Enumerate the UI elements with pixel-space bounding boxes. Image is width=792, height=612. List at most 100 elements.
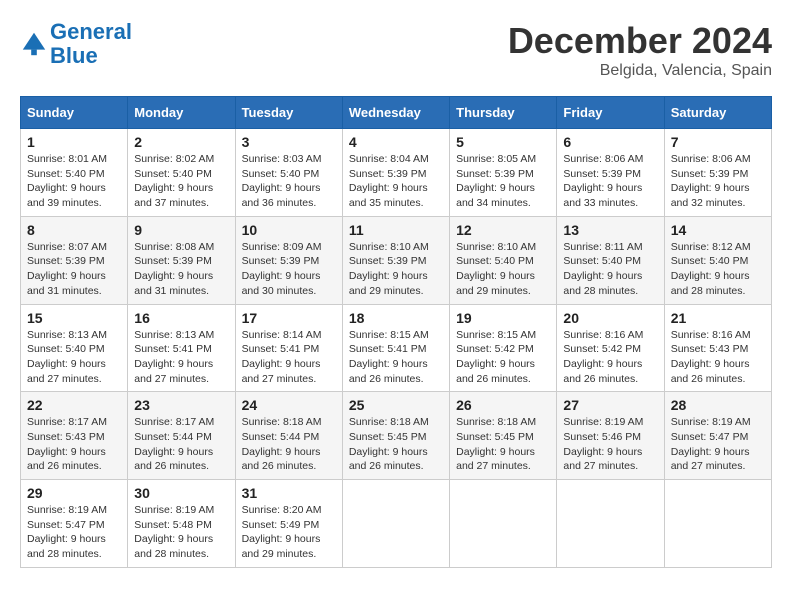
day-number: 28 [671, 397, 765, 413]
day-info: Sunrise: 8:10 AM Sunset: 5:40 PM Dayligh… [456, 240, 550, 299]
sunrise-label: Sunrise: 8:03 AM [242, 153, 322, 165]
sunrise-label: Sunrise: 8:10 AM [349, 241, 429, 253]
logo-icon [20, 30, 48, 58]
calendar-table: SundayMondayTuesdayWednesdayThursdayFrid… [20, 96, 772, 568]
daylight-label: Daylight: 9 hours and 32 minutes. [671, 182, 750, 209]
sunrise-label: Sunrise: 8:18 AM [456, 416, 536, 428]
sunrise-label: Sunrise: 8:12 AM [671, 241, 751, 253]
calendar-cell: 8 Sunrise: 8:07 AM Sunset: 5:39 PM Dayli… [21, 216, 128, 304]
day-number: 10 [242, 222, 336, 238]
sunset-label: Sunset: 5:45 PM [349, 431, 427, 443]
weekday-header-row: SundayMondayTuesdayWednesdayThursdayFrid… [21, 97, 772, 129]
day-info: Sunrise: 8:13 AM Sunset: 5:40 PM Dayligh… [27, 328, 121, 387]
sunset-label: Sunset: 5:39 PM [671, 168, 749, 180]
sunrise-label: Sunrise: 8:05 AM [456, 153, 536, 165]
sunrise-label: Sunrise: 8:18 AM [242, 416, 322, 428]
day-number: 9 [134, 222, 228, 238]
sunrise-label: Sunrise: 8:15 AM [349, 329, 429, 341]
day-number: 4 [349, 134, 443, 150]
month-title: December 2024 [508, 20, 772, 62]
calendar-cell: 4 Sunrise: 8:04 AM Sunset: 5:39 PM Dayli… [342, 129, 449, 217]
day-number: 8 [27, 222, 121, 238]
sunset-label: Sunset: 5:39 PM [456, 168, 534, 180]
daylight-label: Daylight: 9 hours and 28 minutes. [563, 270, 642, 297]
logo-text: General Blue [50, 20, 132, 68]
day-info: Sunrise: 8:10 AM Sunset: 5:39 PM Dayligh… [349, 240, 443, 299]
day-info: Sunrise: 8:18 AM Sunset: 5:45 PM Dayligh… [456, 415, 550, 474]
daylight-label: Daylight: 9 hours and 39 minutes. [27, 182, 106, 209]
daylight-label: Daylight: 9 hours and 31 minutes. [134, 270, 213, 297]
daylight-label: Daylight: 9 hours and 29 minutes. [456, 270, 535, 297]
daylight-label: Daylight: 9 hours and 26 minutes. [671, 358, 750, 385]
sunset-label: Sunset: 5:43 PM [27, 431, 105, 443]
day-number: 7 [671, 134, 765, 150]
daylight-label: Daylight: 9 hours and 34 minutes. [456, 182, 535, 209]
sunrise-label: Sunrise: 8:06 AM [563, 153, 643, 165]
weekday-header-saturday: Saturday [664, 97, 771, 129]
calendar-cell: 5 Sunrise: 8:05 AM Sunset: 5:39 PM Dayli… [450, 129, 557, 217]
day-info: Sunrise: 8:15 AM Sunset: 5:42 PM Dayligh… [456, 328, 550, 387]
sunset-label: Sunset: 5:44 PM [242, 431, 320, 443]
day-number: 20 [563, 310, 657, 326]
daylight-label: Daylight: 9 hours and 35 minutes. [349, 182, 428, 209]
sunset-label: Sunset: 5:39 PM [242, 255, 320, 267]
day-info: Sunrise: 8:05 AM Sunset: 5:39 PM Dayligh… [456, 152, 550, 211]
sunrise-label: Sunrise: 8:02 AM [134, 153, 214, 165]
day-info: Sunrise: 8:11 AM Sunset: 5:40 PM Dayligh… [563, 240, 657, 299]
sunrise-label: Sunrise: 8:09 AM [242, 241, 322, 253]
day-number: 5 [456, 134, 550, 150]
calendar-cell: 28 Sunrise: 8:19 AM Sunset: 5:47 PM Dayl… [664, 392, 771, 480]
daylight-label: Daylight: 9 hours and 33 minutes. [563, 182, 642, 209]
sunset-label: Sunset: 5:43 PM [671, 343, 749, 355]
sunset-label: Sunset: 5:40 PM [27, 168, 105, 180]
day-number: 13 [563, 222, 657, 238]
day-number: 24 [242, 397, 336, 413]
sunset-label: Sunset: 5:49 PM [242, 519, 320, 531]
sunrise-label: Sunrise: 8:13 AM [27, 329, 107, 341]
calendar-cell: 31 Sunrise: 8:20 AM Sunset: 5:49 PM Dayl… [235, 480, 342, 568]
weekday-header-monday: Monday [128, 97, 235, 129]
sunset-label: Sunset: 5:39 PM [134, 255, 212, 267]
daylight-label: Daylight: 9 hours and 27 minutes. [27, 358, 106, 385]
calendar-cell: 20 Sunrise: 8:16 AM Sunset: 5:42 PM Dayl… [557, 304, 664, 392]
daylight-label: Daylight: 9 hours and 27 minutes. [242, 358, 321, 385]
daylight-label: Daylight: 9 hours and 26 minutes. [563, 358, 642, 385]
sunrise-label: Sunrise: 8:14 AM [242, 329, 322, 341]
day-info: Sunrise: 8:06 AM Sunset: 5:39 PM Dayligh… [671, 152, 765, 211]
sunset-label: Sunset: 5:39 PM [349, 255, 427, 267]
day-number: 2 [134, 134, 228, 150]
day-info: Sunrise: 8:16 AM Sunset: 5:42 PM Dayligh… [563, 328, 657, 387]
sunset-label: Sunset: 5:42 PM [563, 343, 641, 355]
day-info: Sunrise: 8:08 AM Sunset: 5:39 PM Dayligh… [134, 240, 228, 299]
sunrise-label: Sunrise: 8:16 AM [671, 329, 751, 341]
title-area: December 2024 Belgida, Valencia, Spain [508, 20, 772, 80]
calendar-cell [450, 480, 557, 568]
location-title: Belgida, Valencia, Spain [508, 62, 772, 80]
weekday-header-sunday: Sunday [21, 97, 128, 129]
weekday-header-thursday: Thursday [450, 97, 557, 129]
calendar-cell: 22 Sunrise: 8:17 AM Sunset: 5:43 PM Dayl… [21, 392, 128, 480]
daylight-label: Daylight: 9 hours and 29 minutes. [242, 533, 321, 560]
sunrise-label: Sunrise: 8:01 AM [27, 153, 107, 165]
day-info: Sunrise: 8:02 AM Sunset: 5:40 PM Dayligh… [134, 152, 228, 211]
day-number: 26 [456, 397, 550, 413]
weekday-header-friday: Friday [557, 97, 664, 129]
day-number: 30 [134, 485, 228, 501]
sunset-label: Sunset: 5:40 PM [456, 255, 534, 267]
calendar-cell [664, 480, 771, 568]
daylight-label: Daylight: 9 hours and 28 minutes. [27, 533, 106, 560]
calendar-cell: 10 Sunrise: 8:09 AM Sunset: 5:39 PM Dayl… [235, 216, 342, 304]
calendar-cell: 14 Sunrise: 8:12 AM Sunset: 5:40 PM Dayl… [664, 216, 771, 304]
daylight-label: Daylight: 9 hours and 26 minutes. [27, 446, 106, 473]
calendar-week-3: 15 Sunrise: 8:13 AM Sunset: 5:40 PM Dayl… [21, 304, 772, 392]
daylight-label: Daylight: 9 hours and 27 minutes. [563, 446, 642, 473]
day-info: Sunrise: 8:03 AM Sunset: 5:40 PM Dayligh… [242, 152, 336, 211]
sunset-label: Sunset: 5:39 PM [563, 168, 641, 180]
daylight-label: Daylight: 9 hours and 27 minutes. [671, 446, 750, 473]
day-number: 14 [671, 222, 765, 238]
weekday-header-tuesday: Tuesday [235, 97, 342, 129]
sunset-label: Sunset: 5:46 PM [563, 431, 641, 443]
day-number: 21 [671, 310, 765, 326]
day-number: 22 [27, 397, 121, 413]
sunset-label: Sunset: 5:42 PM [456, 343, 534, 355]
